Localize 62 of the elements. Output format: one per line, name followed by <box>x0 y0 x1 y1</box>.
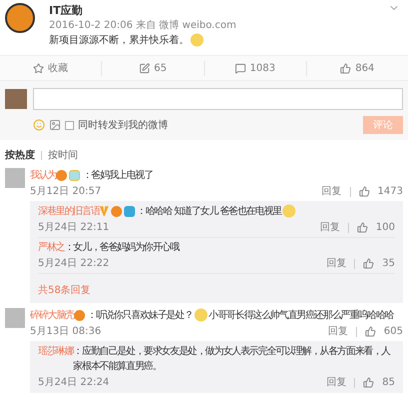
commenter-name[interactable]: 我认为 <box>30 168 56 183</box>
level-badge-icon <box>74 310 86 321</box>
user-avatar <box>5 89 27 109</box>
image-icon[interactable] <box>49 119 61 131</box>
like-count: 35 <box>382 257 395 271</box>
comment-text: ：听说你只喜欢妹子是处？ <box>87 310 193 321</box>
more-replies-link[interactable]: 共58条回复 <box>38 285 91 296</box>
thumbs-up-icon[interactable] <box>363 258 374 269</box>
comment-text: ：应勤自己是处，要求女友是处，做为女人表示完全可以理解，从各方面来看，人家根本不能算直男癌。 <box>73 346 390 372</box>
commenter-name[interactable]: 严林之 <box>38 240 64 255</box>
emoji-icon <box>282 204 296 218</box>
smiley-icon[interactable] <box>33 119 45 131</box>
post-meta: 2016-10-2 20:06 来自 微博 weibo.com <box>49 18 236 33</box>
smiley-badge-icon <box>69 170 80 181</box>
commenter-avatar <box>5 168 25 188</box>
comment-time: 5月24日 22:11 <box>38 221 110 235</box>
emoji-icon <box>194 308 208 322</box>
thumbs-up-icon[interactable] <box>356 222 368 233</box>
action-button[interactable]: 收藏 <box>0 60 102 76</box>
like-count: 85 <box>382 376 395 390</box>
emoji-icon <box>190 33 204 48</box>
comment-time: 5月24日 22:24 <box>38 376 110 390</box>
comment-text: ：爸妈我上电视了 <box>82 170 153 181</box>
comment-input-field[interactable] <box>33 88 403 110</box>
reply-link[interactable]: 回复 <box>328 324 348 339</box>
like-count: 100 <box>376 221 395 235</box>
camera-badge-icon <box>124 206 135 217</box>
commenter-name[interactable]: 瑶莎琳娜 <box>38 344 74 359</box>
like-count: 1473 <box>378 185 403 199</box>
level-badge-icon <box>56 170 68 181</box>
action-button[interactable]: 65 <box>101 60 204 76</box>
thumbs-up-icon[interactable] <box>364 326 376 337</box>
comment-text: ：女儿，爸爸妈妈为你开心哦 <box>64 242 179 253</box>
reply-link[interactable]: 回复 <box>320 220 340 235</box>
like-count: 605 <box>384 325 403 339</box>
thumbs-up-icon[interactable] <box>358 186 370 197</box>
speech-bubble-icon <box>234 62 246 74</box>
commenter-avatar <box>5 308 25 328</box>
sort-tab[interactable]: 按时间 <box>48 148 78 163</box>
author-name[interactable]: IT应勤 <box>49 3 236 18</box>
vip-badge-icon <box>100 206 109 216</box>
comment-time: 5月24日 22:22 <box>38 257 110 271</box>
comment-text: 新项目源源不断，累并快乐着。 <box>49 35 189 46</box>
reply-link[interactable]: 回复 <box>322 184 342 199</box>
reply-link[interactable]: 回复 <box>326 375 346 390</box>
reply-link[interactable]: 回复 <box>326 256 346 271</box>
comment-text: ：哈哈哈 知道了女儿 爸爸也在电视里 <box>136 206 282 217</box>
star-icon <box>33 62 44 74</box>
comment-text: 小哥哥长得这么帅气直男癌还那么严重呜哈哈哈 <box>208 310 394 321</box>
commenter-name[interactable]: 深巷里的旧言语 <box>38 204 100 219</box>
action-button[interactable]: 864 <box>306 60 408 76</box>
action-button[interactable]: 1083 <box>204 60 306 76</box>
repost-label: 同时转发到我的微博 <box>78 118 168 132</box>
thumbs-up-icon <box>340 62 352 74</box>
comment-time: 5月12日 20:57 <box>30 185 102 199</box>
repost-checkbox[interactable] <box>65 120 74 130</box>
sort-tab[interactable]: 按热度 <box>5 148 35 163</box>
pen-square-icon <box>139 62 150 74</box>
level-badge-icon <box>110 206 122 217</box>
commenter-name[interactable]: 碎碎大脑壳 <box>30 308 74 323</box>
thumbs-up-icon[interactable] <box>363 377 374 388</box>
comment-time: 5月13日 08:36 <box>30 325 102 339</box>
